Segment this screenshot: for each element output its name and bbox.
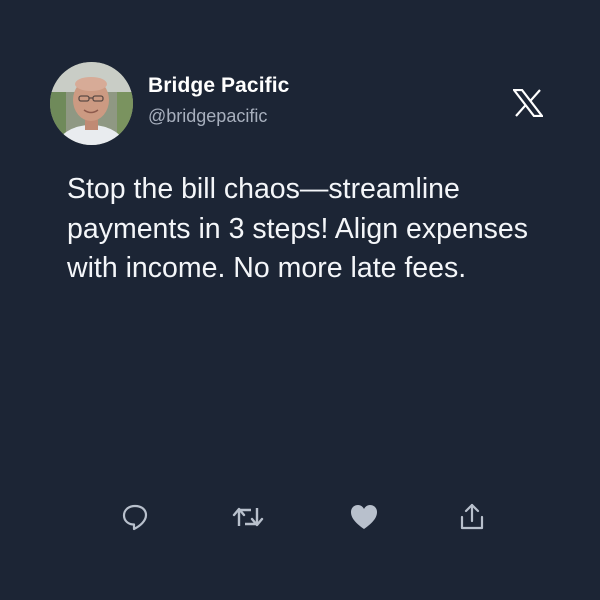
profile-photo [50,62,133,145]
retweet-button[interactable] [231,500,265,534]
share-icon [460,503,484,530]
retweet-icon [232,507,264,527]
x-logo-icon[interactable] [511,88,545,118]
profile-handle[interactable]: @bridgepacific [148,106,267,127]
like-button[interactable] [347,500,381,534]
tweet-card: Bridge Pacific @bridgepacific Stop the b… [0,0,600,600]
profile-name[interactable]: Bridge Pacific [148,74,289,98]
avatar[interactable] [50,62,133,145]
action-bar [0,500,600,534]
share-button[interactable] [455,500,489,534]
reply-button[interactable] [118,500,152,534]
tweet-text: Stop the bill chaos—streamline payments … [67,173,529,284]
heart-icon [351,505,377,529]
comment-icon [122,504,148,531]
